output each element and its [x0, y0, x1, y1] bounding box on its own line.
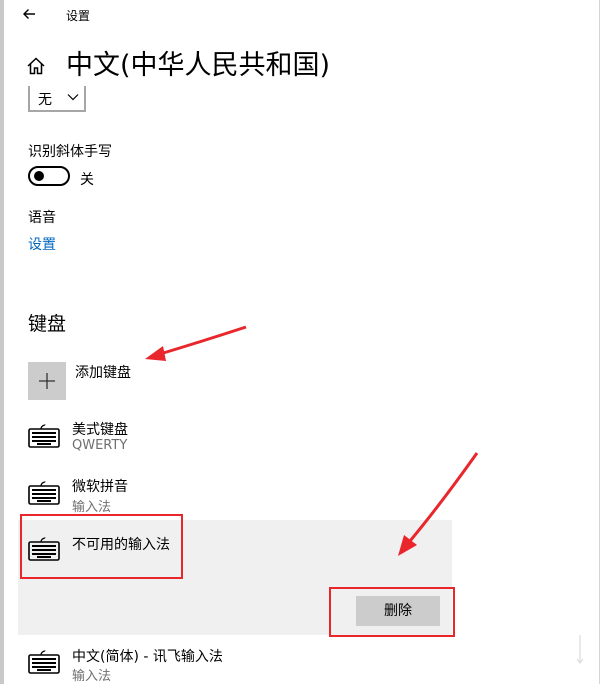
annotation-arrow-add	[145, 325, 247, 361]
annotation-arrow-delete	[398, 452, 479, 556]
annotation-arrows	[145, 325, 479, 556]
